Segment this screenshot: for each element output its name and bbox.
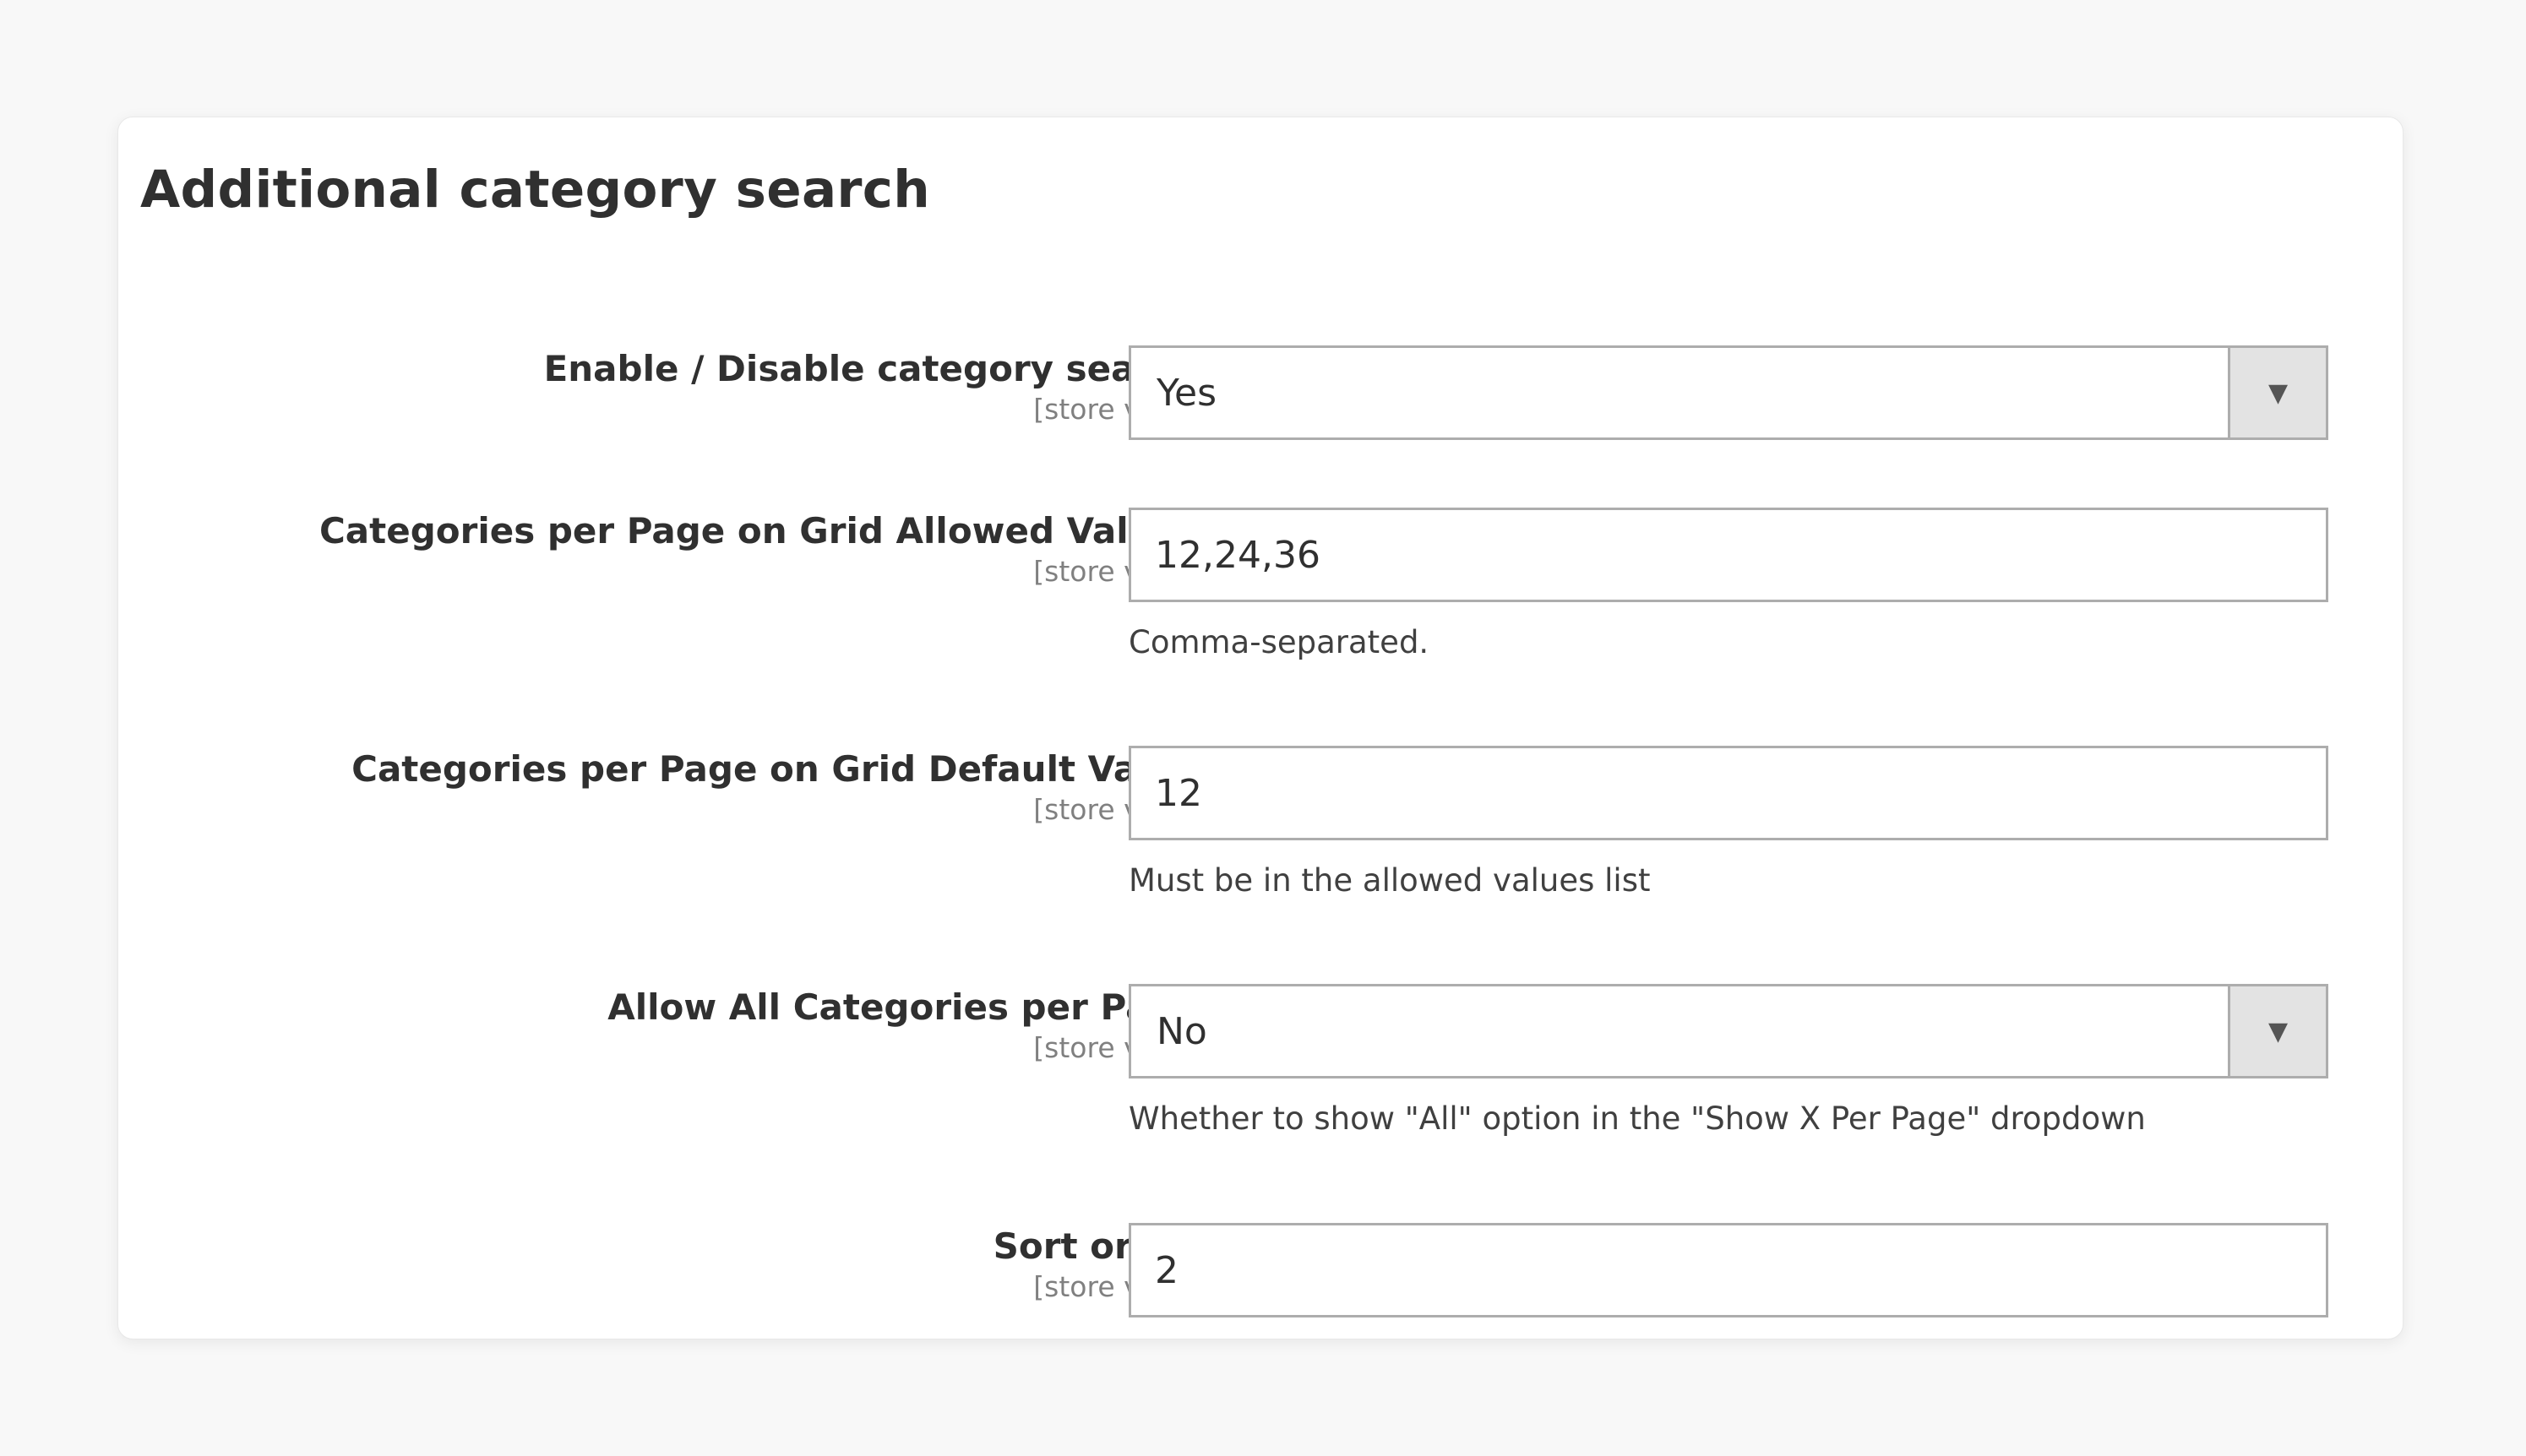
input-value: 12 xyxy=(1155,771,1202,815)
field-label-group: Enable / Disable category search [store … xyxy=(544,345,1199,426)
field-note: Comma-separated. xyxy=(1129,624,1429,660)
scope-label: [store view] xyxy=(1033,555,1199,588)
field-label-group: Categories per Page on Grid Allowed Valu… xyxy=(319,508,1199,589)
select-value: Yes xyxy=(1157,371,1217,415)
field-label-group: Categories per Page on Grid Default Valu… xyxy=(351,746,1199,827)
chevron-down-icon[interactable]: ▼ xyxy=(2228,986,2326,1076)
field-note: Must be in the allowed values list xyxy=(1129,862,1651,899)
sort-order-input[interactable]: 2 xyxy=(1129,1223,2328,1317)
scope-label: [store view] xyxy=(1033,793,1199,826)
enable-category-search-select[interactable]: Yes ▼ xyxy=(1129,345,2328,440)
input-value: 2 xyxy=(1155,1248,1179,1292)
field-note: Whether to show "All" option in the "Sho… xyxy=(1129,1100,2146,1137)
scope-label: [store view] xyxy=(1033,393,1199,426)
field-label-group: Allow All Categories per Page [store vie… xyxy=(607,984,1199,1065)
allowed-values-input[interactable]: 12,24,36 xyxy=(1129,508,2328,602)
chevron-down-icon[interactable]: ▼ xyxy=(2228,348,2326,437)
config-panel: Additional category search Enable / Disa… xyxy=(117,117,2404,1339)
allow-all-select[interactable]: No ▼ xyxy=(1129,984,2328,1078)
scope-label: [store view] xyxy=(1033,1031,1199,1064)
section-title: Additional category search xyxy=(140,160,930,220)
input-value: 12,24,36 xyxy=(1155,533,1320,577)
default-value-input[interactable]: 12 xyxy=(1129,746,2328,840)
field-label: Enable / Disable category search xyxy=(543,348,1199,389)
select-value: No xyxy=(1157,1009,1207,1053)
field-label: Categories per Page on Grid Default Valu… xyxy=(351,748,1199,790)
field-label: Allow All Categories per Page xyxy=(607,986,1199,1028)
field-label: Categories per Page on Grid Allowed Valu… xyxy=(318,510,1199,551)
